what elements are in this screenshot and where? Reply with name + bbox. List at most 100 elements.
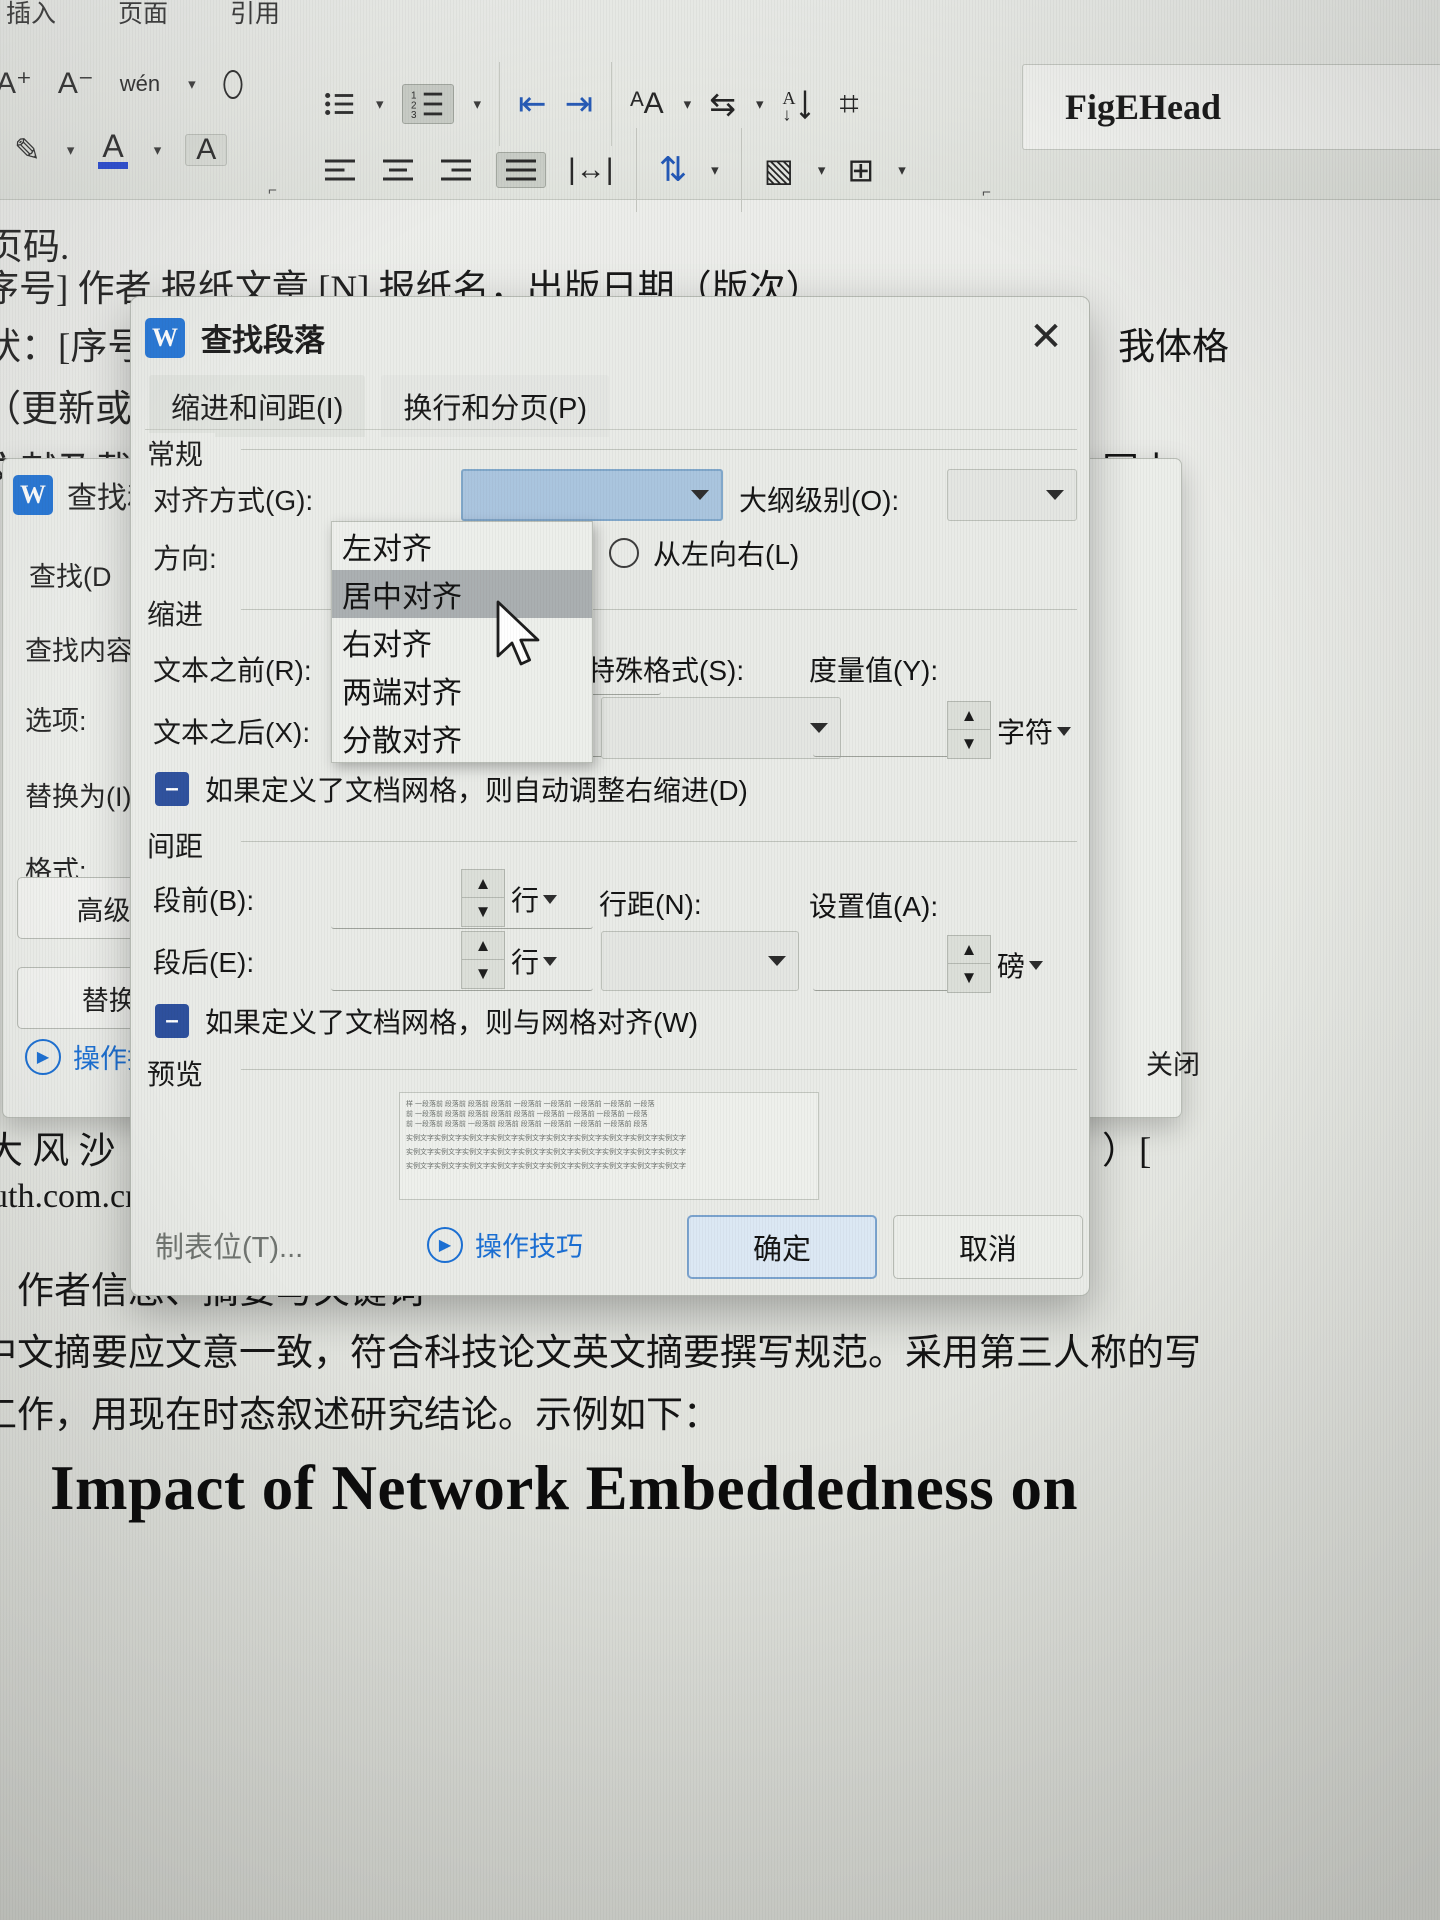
alignment-option-right[interactable]: 右对齐 — [332, 618, 592, 666]
outline-level-combobox[interactable] — [947, 469, 1077, 521]
general-group-rule — [241, 449, 1077, 450]
stepper-down-icon[interactable]: ▼ — [948, 730, 990, 758]
tab-stops-button[interactable]: 制表位(T)... — [155, 1213, 405, 1277]
space-before-unit-dropdown[interactable]: 行 — [511, 879, 558, 919]
paragraph-tips-link[interactable]: ▶ 操作技巧 — [427, 1225, 583, 1264]
preview-group-rule — [241, 1069, 1077, 1070]
close-button[interactable]: 关闭 — [1093, 1031, 1253, 1093]
sort-icon[interactable]: A ↓ — [782, 86, 822, 122]
alignment-option-distributed[interactable]: 分散对齐 — [332, 714, 592, 762]
alignment-option-left[interactable]: 左对齐 — [332, 522, 592, 570]
shading-color-icon[interactable]: ▧ — [764, 154, 794, 186]
stepper-up-icon[interactable]: ▲ — [948, 936, 990, 964]
direction-label: 方向: — [153, 543, 217, 574]
space-after-label: 段后(E): — [153, 947, 255, 978]
ribbon-separator-3 — [635, 128, 637, 212]
cancel-button[interactable]: 取消 — [893, 1215, 1083, 1279]
character-border-icon[interactable]: A — [185, 133, 228, 166]
find-tab[interactable]: 查找(D — [29, 555, 112, 594]
pinyin-chevron-down-icon[interactable]: ▾ — [684, 95, 692, 113]
ribbon-tab-page[interactable]: 页面 — [118, 0, 168, 30]
distributed-align-icon[interactable]: |↔| — [568, 155, 614, 185]
measure-value-label: 度量值(Y): — [809, 655, 939, 686]
set-value-unit-dropdown[interactable]: 磅 — [997, 945, 1044, 985]
measure-unit-label: 字符 — [997, 717, 1054, 748]
increase-font-size-icon[interactable]: A⁺ — [0, 69, 32, 99]
borders-chevron-down-icon[interactable]: ▾ — [898, 161, 906, 179]
font-color-chevron-down-icon[interactable]: ▾ — [154, 141, 162, 159]
pinyin-sort-icon[interactable]: ᴬA — [630, 89, 664, 119]
alignment-combobox[interactable] — [461, 469, 723, 521]
highlight-chevron-down-icon[interactable]: ▾ — [67, 141, 75, 159]
decrease-indent-icon[interactable]: ⇤ — [518, 87, 547, 121]
measure-unit-dropdown[interactable]: 字符 — [997, 711, 1072, 751]
find-content-label: 查找内容 — [25, 636, 133, 666]
stepper-up-icon[interactable]: ▲ — [462, 870, 504, 898]
tab-line-and-page-breaks[interactable]: 换行和分页(P) — [381, 375, 610, 437]
stepper-down-icon[interactable]: ▼ — [462, 960, 504, 988]
show-formatting-marks-icon[interactable]: ⇆ — [709, 88, 736, 120]
close-icon[interactable]: ✕ — [1017, 311, 1075, 363]
line-spacing-icon[interactable]: ⇅ — [659, 153, 688, 187]
style-gallery-item-figehead[interactable]: FigEHead — [1022, 64, 1440, 150]
phonetic-guide-icon[interactable]: wén — [120, 73, 160, 95]
options-label: 选项: — [25, 706, 87, 736]
snap-to-grid-checkbox[interactable]: – 如果定义了文档网格，则与网格对齐(W) — [155, 1001, 698, 1041]
ribbon-tab-insert[interactable]: 插入 — [6, 0, 56, 30]
space-after-stepper[interactable]: ▲ ▼ — [461, 931, 505, 989]
increase-indent-icon[interactable]: ⇥ — [565, 87, 594, 121]
ok-button[interactable]: 确定 — [687, 1215, 877, 1279]
formatting-marks-chevron-down-icon[interactable]: ▾ — [756, 95, 764, 113]
stepper-down-icon[interactable]: ▼ — [948, 964, 990, 992]
alignment-dropdown-list[interactable]: 左对齐 居中对齐 右对齐 两端对齐 分散对齐 — [331, 521, 593, 763]
borders-icon[interactable]: ⊞ — [847, 154, 874, 186]
shading-chevron-down-icon[interactable]: ▾ — [818, 161, 826, 179]
tab-indents-and-spacing[interactable]: 缩进和间距(I) — [149, 375, 366, 437]
numbered-list-icon[interactable]: 123 — [401, 84, 454, 124]
alignment-option-center[interactable]: 居中对齐 — [332, 570, 592, 618]
stepper-down-icon[interactable]: ▼ — [462, 898, 504, 926]
paragraph-dialog[interactable]: W 查找段落 ✕ 缩进和间距(I) 换行和分页(P) 常规 对齐方式(G): 大… — [130, 296, 1090, 1296]
font-group-row1: A⁺ A⁻ wén ▾ ⬯ — [0, 66, 244, 102]
space-after-unit-dropdown[interactable]: 行 — [511, 941, 558, 981]
align-right-icon[interactable] — [438, 155, 474, 185]
alignment-option-justify[interactable]: 两端对齐 — [332, 666, 592, 714]
after-text-label: 文本之后(X): — [153, 717, 311, 748]
stepper-up-icon[interactable]: ▲ — [462, 932, 504, 960]
font-dialog-launcher-icon[interactable]: ⌐ — [268, 182, 277, 199]
stepper-up-icon[interactable]: ▲ — [948, 702, 990, 730]
document-heading: Impact of Network Embeddedness on — [50, 1453, 1079, 1523]
space-before-stepper[interactable]: ▲ ▼ — [461, 869, 505, 927]
paragraph-dialog-titlebar: W 查找段落 — [145, 315, 325, 360]
align-center-icon[interactable] — [380, 155, 416, 185]
bullet-list-chevron-down-icon[interactable]: ▾ — [376, 95, 384, 113]
text-highlight-color-icon[interactable]: ✎ — [14, 134, 41, 166]
justify-icon[interactable] — [496, 152, 546, 188]
chevron-down-icon — [543, 956, 558, 966]
font-color-icon[interactable]: A — [98, 130, 128, 169]
bullet-list-icon[interactable] — [322, 87, 356, 121]
preview-group-label: 预览 — [147, 1053, 216, 1093]
document-grid-icon[interactable]: ⌗ — [840, 87, 859, 121]
special-format-combobox[interactable] — [601, 697, 841, 759]
decrease-font-size-icon[interactable]: A⁻ — [58, 69, 94, 99]
doc-line-7: 大 风 沙 — [0, 1131, 116, 1172]
alignment-label: 对齐方式(G): — [153, 485, 314, 516]
phonetic-guide-chevron-down-icon[interactable]: ▾ — [188, 75, 196, 93]
direction-radio-left-to-right[interactable]: 从左向右(L) — [609, 533, 799, 573]
ribbon-tab-reference[interactable]: 引用 — [230, 0, 280, 30]
set-value-stepper[interactable]: ▲ ▼ — [947, 935, 991, 993]
paragraph-dialog-launcher-icon[interactable]: ⌐ — [982, 184, 991, 201]
line-spacing-chevron-down-icon[interactable]: ▾ — [711, 161, 719, 179]
align-left-icon[interactable] — [322, 155, 358, 185]
chevron-down-icon — [1029, 960, 1044, 970]
line-spacing-combobox[interactable] — [601, 931, 799, 991]
measure-value-stepper[interactable]: ▲ ▼ — [947, 701, 991, 759]
numbered-list-chevron-down-icon[interactable]: ▾ — [474, 95, 482, 113]
auto-adjust-right-indent-checkbox[interactable]: – 如果定义了文档网格，则自动调整右缩进(D) — [155, 769, 748, 809]
tab-underline-divider — [145, 429, 1077, 430]
clear-formatting-icon[interactable]: ⬯ — [222, 66, 245, 102]
mouse-cursor-icon — [494, 600, 550, 679]
paragraph-dialog-title: 查找段落 — [201, 323, 325, 358]
indent-group-label: 缩进 — [147, 593, 216, 633]
